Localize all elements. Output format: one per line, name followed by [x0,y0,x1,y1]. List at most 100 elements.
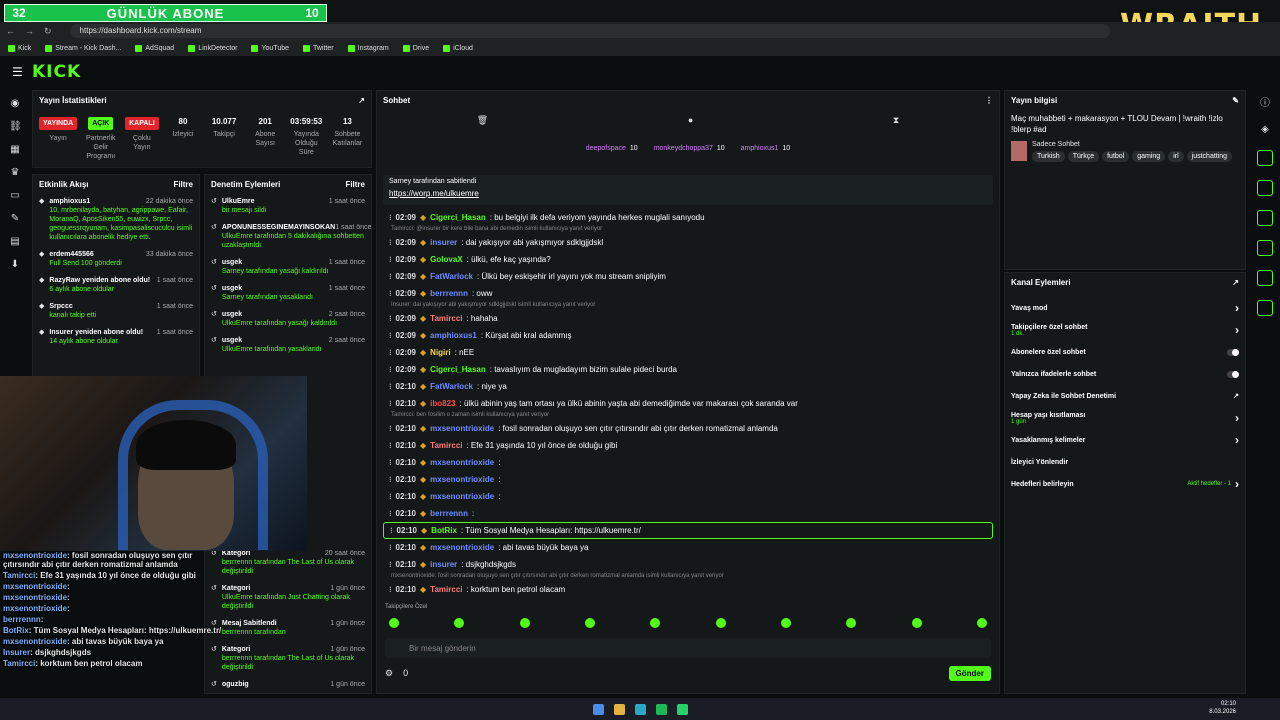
stream-tag[interactable]: Türkçe [1067,151,1100,162]
username[interactable]: Cigerci_Hasan [430,365,486,374]
bookmark[interactable]: Twitter [303,44,334,52]
edge-icon[interactable] [634,703,646,715]
channel-action[interactable]: Yalnızca ifadelerle sohbet [1005,363,1245,385]
pin-icon[interactable]: ⁝ [389,289,392,298]
popout-icon[interactable]: ↗ [1232,278,1239,287]
emote-icon[interactable] [519,618,530,628]
chat-message[interactable]: ⁝ 02:10 ◆ ibo823: ülkü abinin yaş tam ortas… [383,395,993,412]
pin-icon[interactable]: ⁝ [389,458,392,467]
stream-tag[interactable]: justchatting [1186,151,1233,162]
chart-icon[interactable]: ▤ [9,236,21,248]
stream-tag[interactable]: irl [1168,151,1184,162]
pin-icon[interactable]: ⁝ [389,509,392,518]
toggle-switch[interactable] [1227,370,1239,378]
info-icon[interactable]: ⓘ [1259,98,1271,110]
grid-icon[interactable]: ▦ [9,144,21,156]
pin-icon[interactable]: ⁝ [389,255,392,264]
bookmark[interactable]: Stream - Kick Dash... [45,44,121,52]
tool-button-1[interactable] [1257,150,1273,166]
pin-icon[interactable]: ⁝ [389,238,392,247]
stream-tag[interactable]: futbol [1102,151,1130,162]
reload-icon[interactable]: ↻ [44,26,52,37]
mod-target[interactable]: Mesaj Sabitlendi [222,619,277,628]
channel-action[interactable]: Takipçilere özel sohbet 1 dk. › [1005,319,1245,341]
settings-icon[interactable]: ⚙ [385,668,393,679]
emote-icon[interactable] [584,618,595,628]
pin-icon[interactable]: ⁝ [389,475,392,484]
username[interactable]: berrrennn [430,289,468,298]
chat-message[interactable]: ⁝ 02:10 ◆ mxsenontrioxide: abi tavas büyük … [383,539,993,556]
emote-icon[interactable] [976,618,987,628]
pin-icon[interactable]: ⁝ [389,399,392,408]
windows-start-icon[interactable] [592,703,604,715]
username[interactable]: mxsenontrioxide [430,424,494,433]
chat-message[interactable]: ⁝ 02:09 ◆ GolovaX: ülkü, efe kaç yaşında? [383,251,993,268]
username[interactable]: mxsenontrioxide [430,458,494,467]
pin-icon[interactable]: ⁝ [389,543,392,552]
pin-icon[interactable]: ⁝ [389,213,392,222]
popout-icon[interactable]: ↗ [358,96,365,105]
stream-tag[interactable]: Turkish [1032,151,1065,162]
url-input[interactable]: https://dashboard.kick.com/stream [69,24,1110,38]
forward-icon[interactable]: → [25,26,34,36]
username[interactable]: BotRix [431,526,457,535]
chat-message[interactable]: ⁝ 02:09 ◆ Cigerci_Hasan: bu belgiyi ilk def… [383,209,993,226]
username[interactable]: GolovaX [430,255,462,264]
chat-message[interactable]: ⁝ 02:10 ◆ FatWarlock: niye ya [383,378,993,395]
download-icon[interactable]: ⬇ [9,259,21,271]
more-icon[interactable]: ⋮ [985,96,993,105]
event-name[interactable]: Srpccc [49,302,72,311]
username[interactable]: FatWarlock [430,272,473,281]
bookmark[interactable]: LinkDetector [188,44,237,52]
event-name[interactable]: amphioxus1 [49,197,90,206]
chat-message[interactable]: ⁝ 02:10 ◆ Tamircci: Efe 31 yaşında 10 yıl ö… [383,437,993,454]
username[interactable]: Cigerci_Hasan [430,213,486,222]
pin-icon[interactable]: ⁝ [389,314,392,323]
menu-icon[interactable]: ☰ [12,65,23,79]
pin-icon[interactable]: ⁝ [390,526,393,535]
shield-icon[interactable]: ◈ [1259,124,1271,136]
emote-icon[interactable] [911,618,922,628]
username[interactable]: Tamircci [430,314,462,323]
stream-tag[interactable]: gaming [1132,151,1166,162]
bookmark[interactable]: AdSquad [135,44,174,52]
explorer-icon[interactable] [613,703,625,715]
tool-button-4[interactable] [1257,240,1273,256]
pin-icon[interactable]: ⁝ [389,272,392,281]
hourglass-icon[interactable]: ⧗ [893,115,899,126]
chat-message[interactable]: ⁝ 02:10 ◆ mxsenontrioxide: [383,488,993,505]
pin-icon[interactable]: ⁝ [389,585,392,594]
whatsapp-icon[interactable] [676,703,688,715]
chat-message[interactable]: ⁝ 02:09 ◆ insurer: dai yakışıyor abi yakışm… [383,234,993,251]
tool-button-3[interactable] [1257,210,1273,226]
pin-icon[interactable]: ⁝ [389,331,392,340]
event-name[interactable]: erdem445566 [49,250,93,259]
pin-icon[interactable]: ⁝ [389,382,392,391]
username[interactable]: amphioxus1 [430,331,477,340]
bookmark[interactable]: iCloud [443,44,473,52]
chat-message[interactable]: ⁝ 02:10 ◆ mxsenontrioxide: [383,471,993,488]
chat-message[interactable]: ⁝ 02:09 ◆ Tamircci: hahaha [383,310,993,327]
emote-icon[interactable] [650,618,661,628]
emote-icon[interactable] [389,618,399,628]
toggle-switch[interactable] [1227,348,1239,356]
tool-button-5[interactable] [1257,270,1273,286]
channel-action[interactable]: Hedefleri belirleyin Aktif hedefler - 1 › [1005,473,1245,495]
username[interactable]: mxsenontrioxide [430,543,494,552]
mod-filter[interactable]: Filtre [345,180,365,189]
stream-icon[interactable]: ◉ [9,98,21,110]
kick-logo[interactable]: KICK [32,62,81,82]
channel-action[interactable]: İzleyici Yönlendir [1005,451,1245,473]
mod-target[interactable]: usgek [222,310,242,319]
chat-input[interactable]: Bir mesaj gönderin [385,638,991,658]
chat-message[interactable]: ⁝ 02:10 ◆ mxsenontrioxide: fosil sonradan o… [383,420,993,437]
chat-message[interactable]: ⁝ 02:09 ◆ Nigiri: nEE [383,344,993,361]
trash-icon[interactable]: 🗑 [477,115,488,126]
channel-action[interactable]: Yasaklanmış kelimeler › [1005,429,1245,451]
username[interactable]: insurer [430,238,457,247]
bookmark[interactable]: YouTube [251,44,289,52]
chat-message[interactable]: ⁝ 02:10 ◆ Tamircci: korktum ben petrol olac… [383,581,993,598]
mod-target[interactable]: UlkuEmre [222,197,255,206]
chat-message[interactable]: ⁝ 02:10 ◆ mxsenontrioxide: [383,454,993,471]
pin-icon[interactable]: ⁝ [389,348,392,357]
